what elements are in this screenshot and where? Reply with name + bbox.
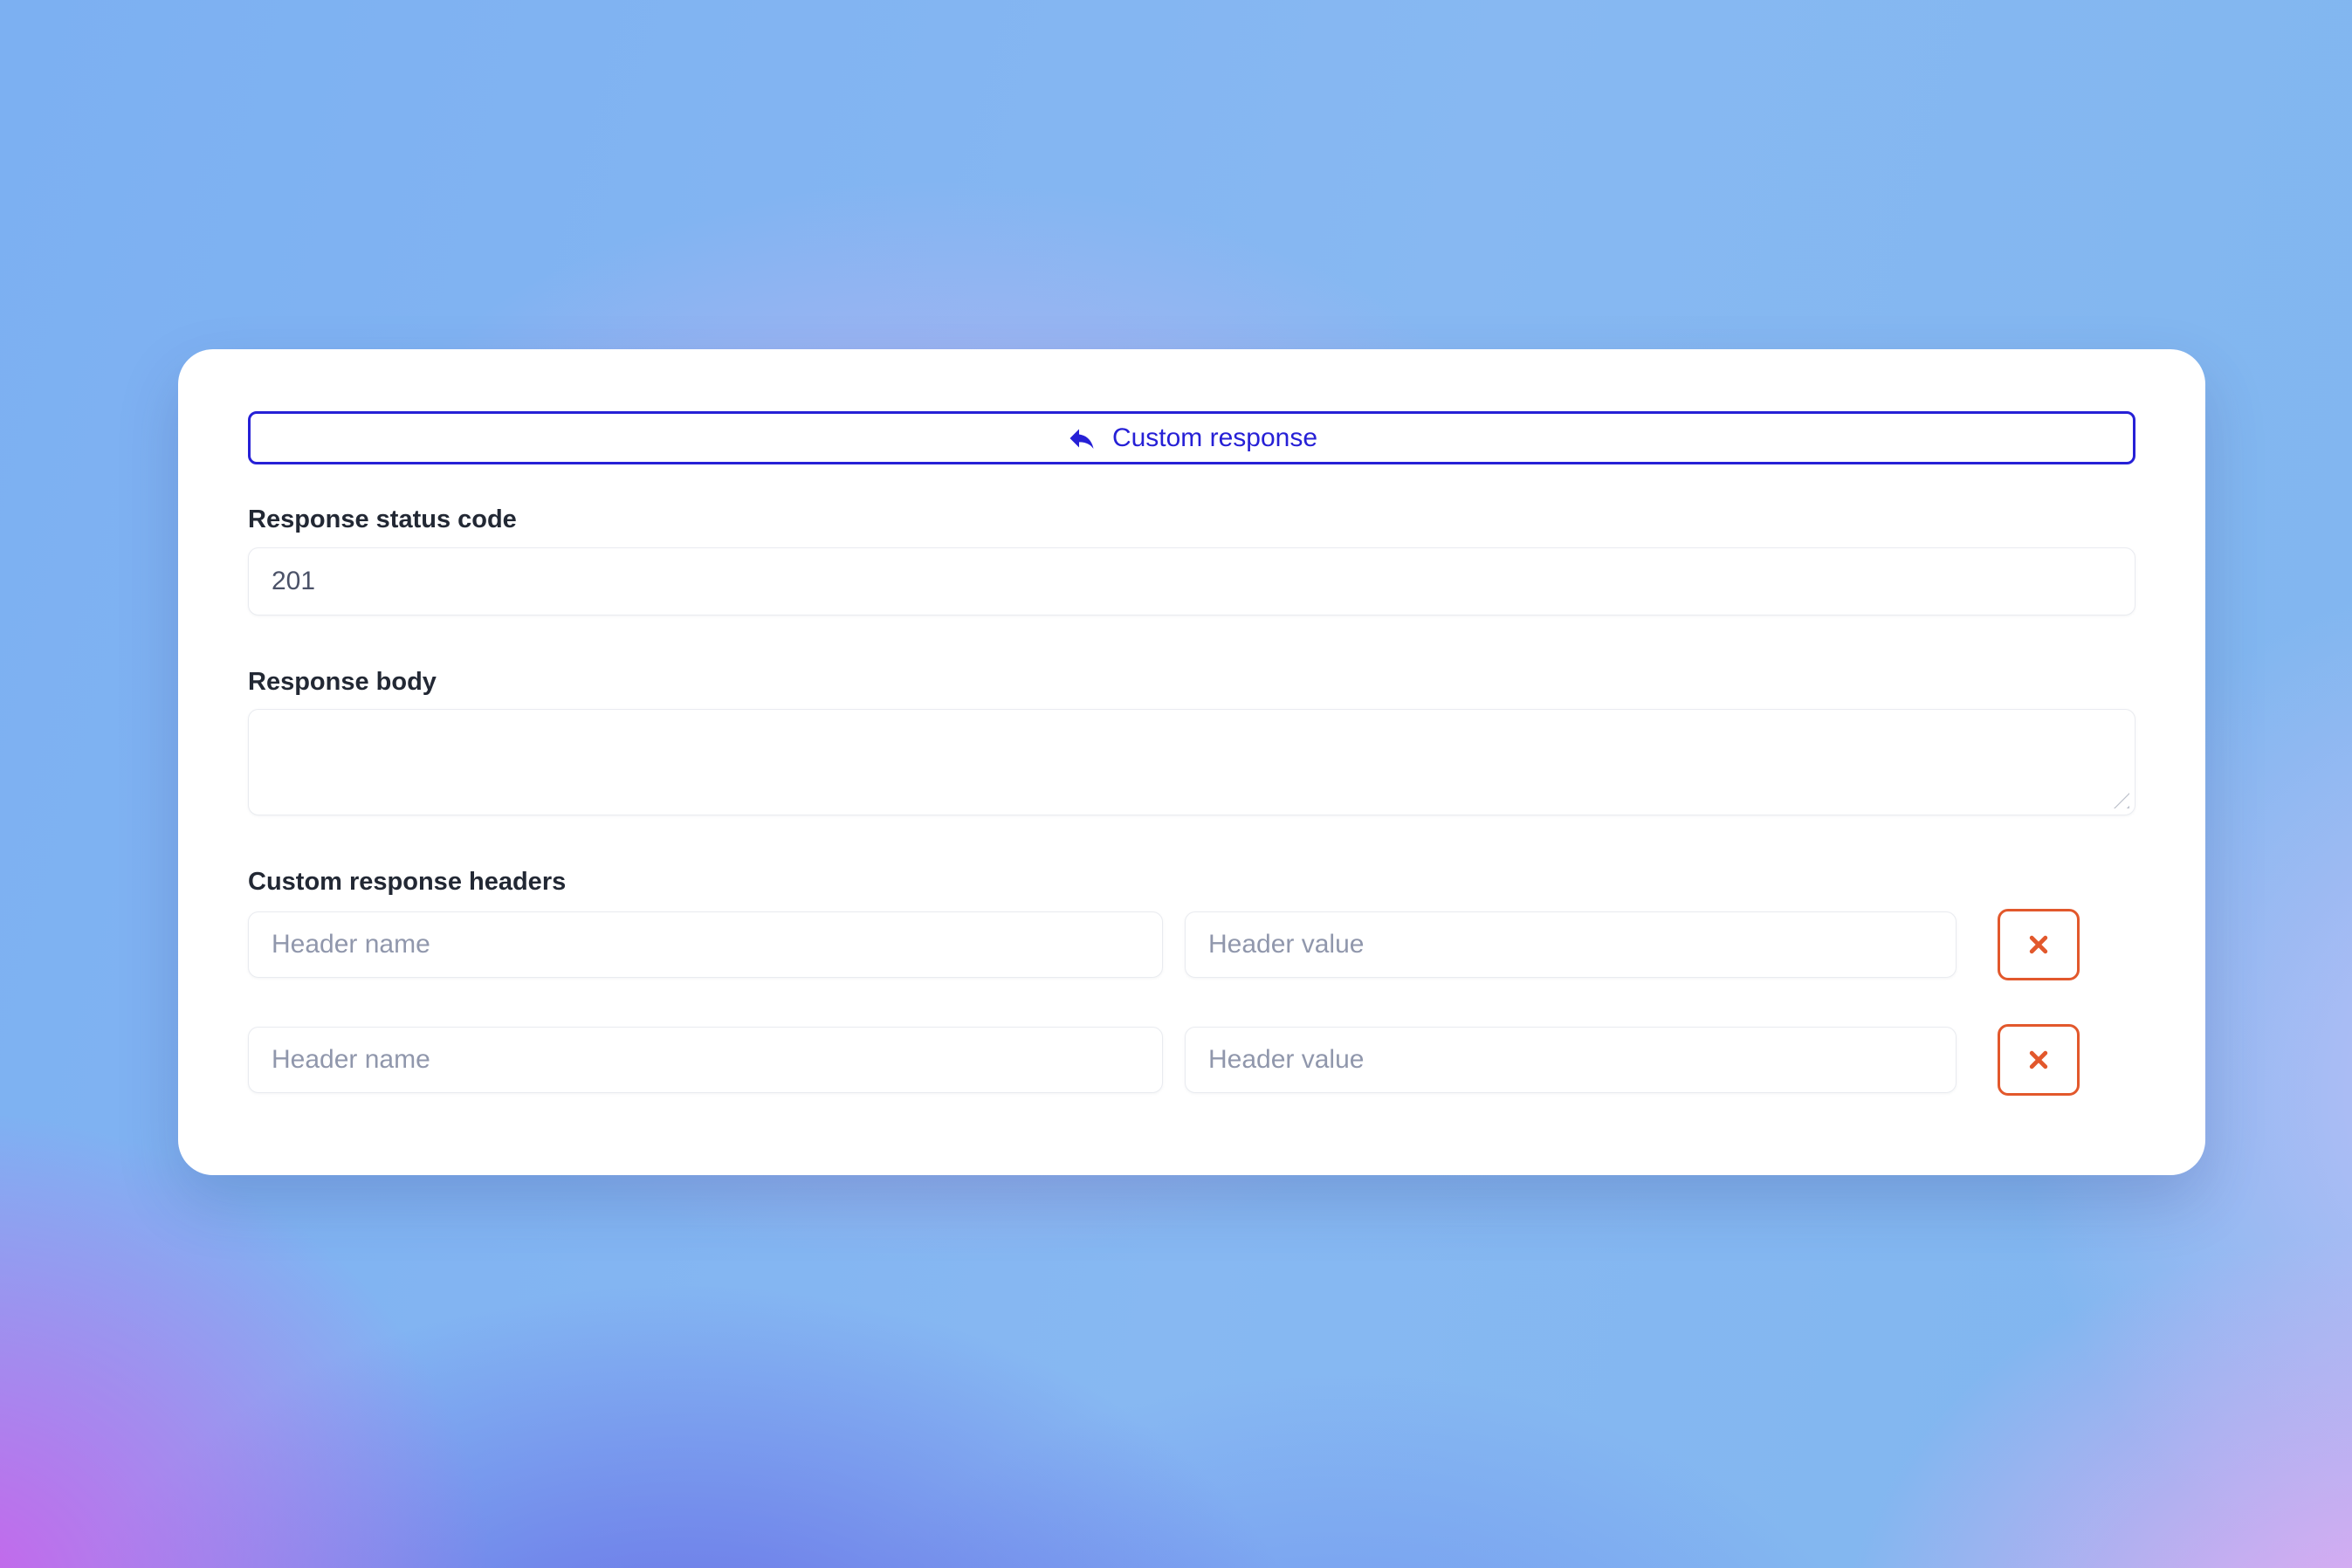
response-body-textarea[interactable] xyxy=(248,709,2135,815)
remove-header-button[interactable] xyxy=(1998,1024,2080,1096)
header-row xyxy=(248,1024,2135,1096)
response-body-label: Response body xyxy=(248,666,2135,698)
x-icon xyxy=(2024,930,2053,959)
custom-response-card: Custom response Response status code Res… xyxy=(178,349,2205,1175)
custom-response-button-label: Custom response xyxy=(1112,423,1317,453)
header-value-input[interactable] xyxy=(1185,1027,1957,1093)
header-value-input[interactable] xyxy=(1185,911,1957,978)
gradient-background: { "colors": { "accent_blue": "#2620d6", … xyxy=(0,0,2352,1568)
remove-header-button[interactable] xyxy=(1998,909,2080,980)
reply-icon xyxy=(1066,423,1097,454)
custom-response-button[interactable]: Custom response xyxy=(248,411,2135,464)
x-icon xyxy=(2024,1045,2053,1075)
header-row xyxy=(248,909,2135,980)
header-name-input[interactable] xyxy=(248,911,1163,978)
header-name-input[interactable] xyxy=(248,1027,1163,1093)
custom-response-headers-label: Custom response headers xyxy=(248,866,2135,897)
response-status-code-label: Response status code xyxy=(248,504,2135,535)
response-status-code-input[interactable] xyxy=(248,547,2135,616)
response-body-field xyxy=(248,709,2135,815)
